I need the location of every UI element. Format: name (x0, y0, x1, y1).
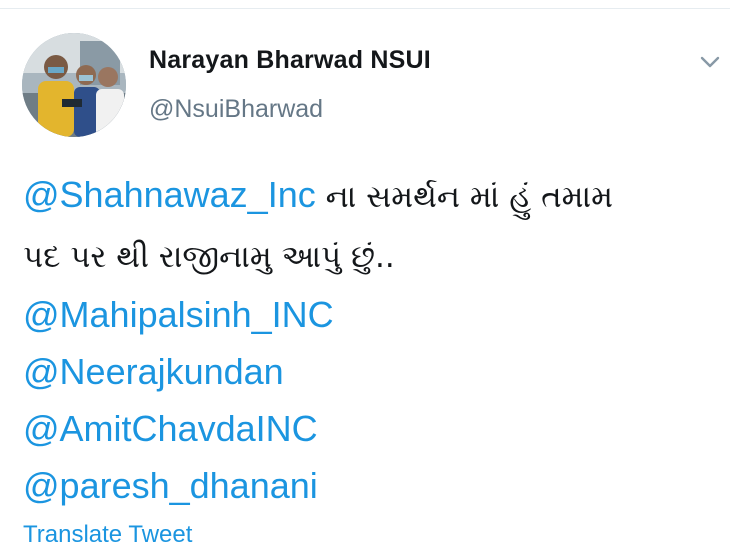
mention-link[interactable]: @AmitChavdaINC (23, 408, 318, 449)
author-name[interactable]: Narayan Bharwad NSUI (149, 46, 431, 75)
tweet-text-segment: ના સમર્થન માં હું તમામ (315, 179, 614, 215)
mention-link[interactable]: @Neerajkundan (23, 351, 284, 392)
tweet-text: @Shahnawaz_Inc ના સમર્થન માં હું તમામ પદ… (23, 166, 723, 514)
tweet-line: પદ પર થી રાજીનામુ આપું છું.. (23, 226, 723, 286)
tweet-line: @Mahipalsinh_INC (23, 286, 723, 343)
top-divider (0, 8, 730, 9)
tweet-line: @Neerajkundan (23, 343, 723, 400)
translate-tweet-link[interactable]: Translate Tweet (23, 521, 192, 549)
mention-link[interactable]: @Shahnawaz_Inc (23, 174, 316, 215)
tweet-menu-button[interactable] (698, 53, 722, 71)
author-handle[interactable]: @NsuiBharwad (149, 95, 323, 124)
avatar[interactable] (22, 33, 126, 137)
tweet-line: @AmitChavdaINC (23, 400, 723, 457)
chevron-down-icon (700, 56, 720, 68)
profile-photo-icon (22, 33, 126, 137)
mention-link[interactable]: @paresh_dhanani (23, 465, 318, 506)
tweet-line: @Shahnawaz_Inc ના સમર્થન માં હું તમામ (23, 166, 723, 226)
tweet-line: @paresh_dhanani (23, 457, 723, 514)
tweet-text-segment: પદ પર થી રાજીનામુ આપું છું.. (23, 239, 395, 275)
mention-link[interactable]: @Mahipalsinh_INC (23, 294, 334, 335)
